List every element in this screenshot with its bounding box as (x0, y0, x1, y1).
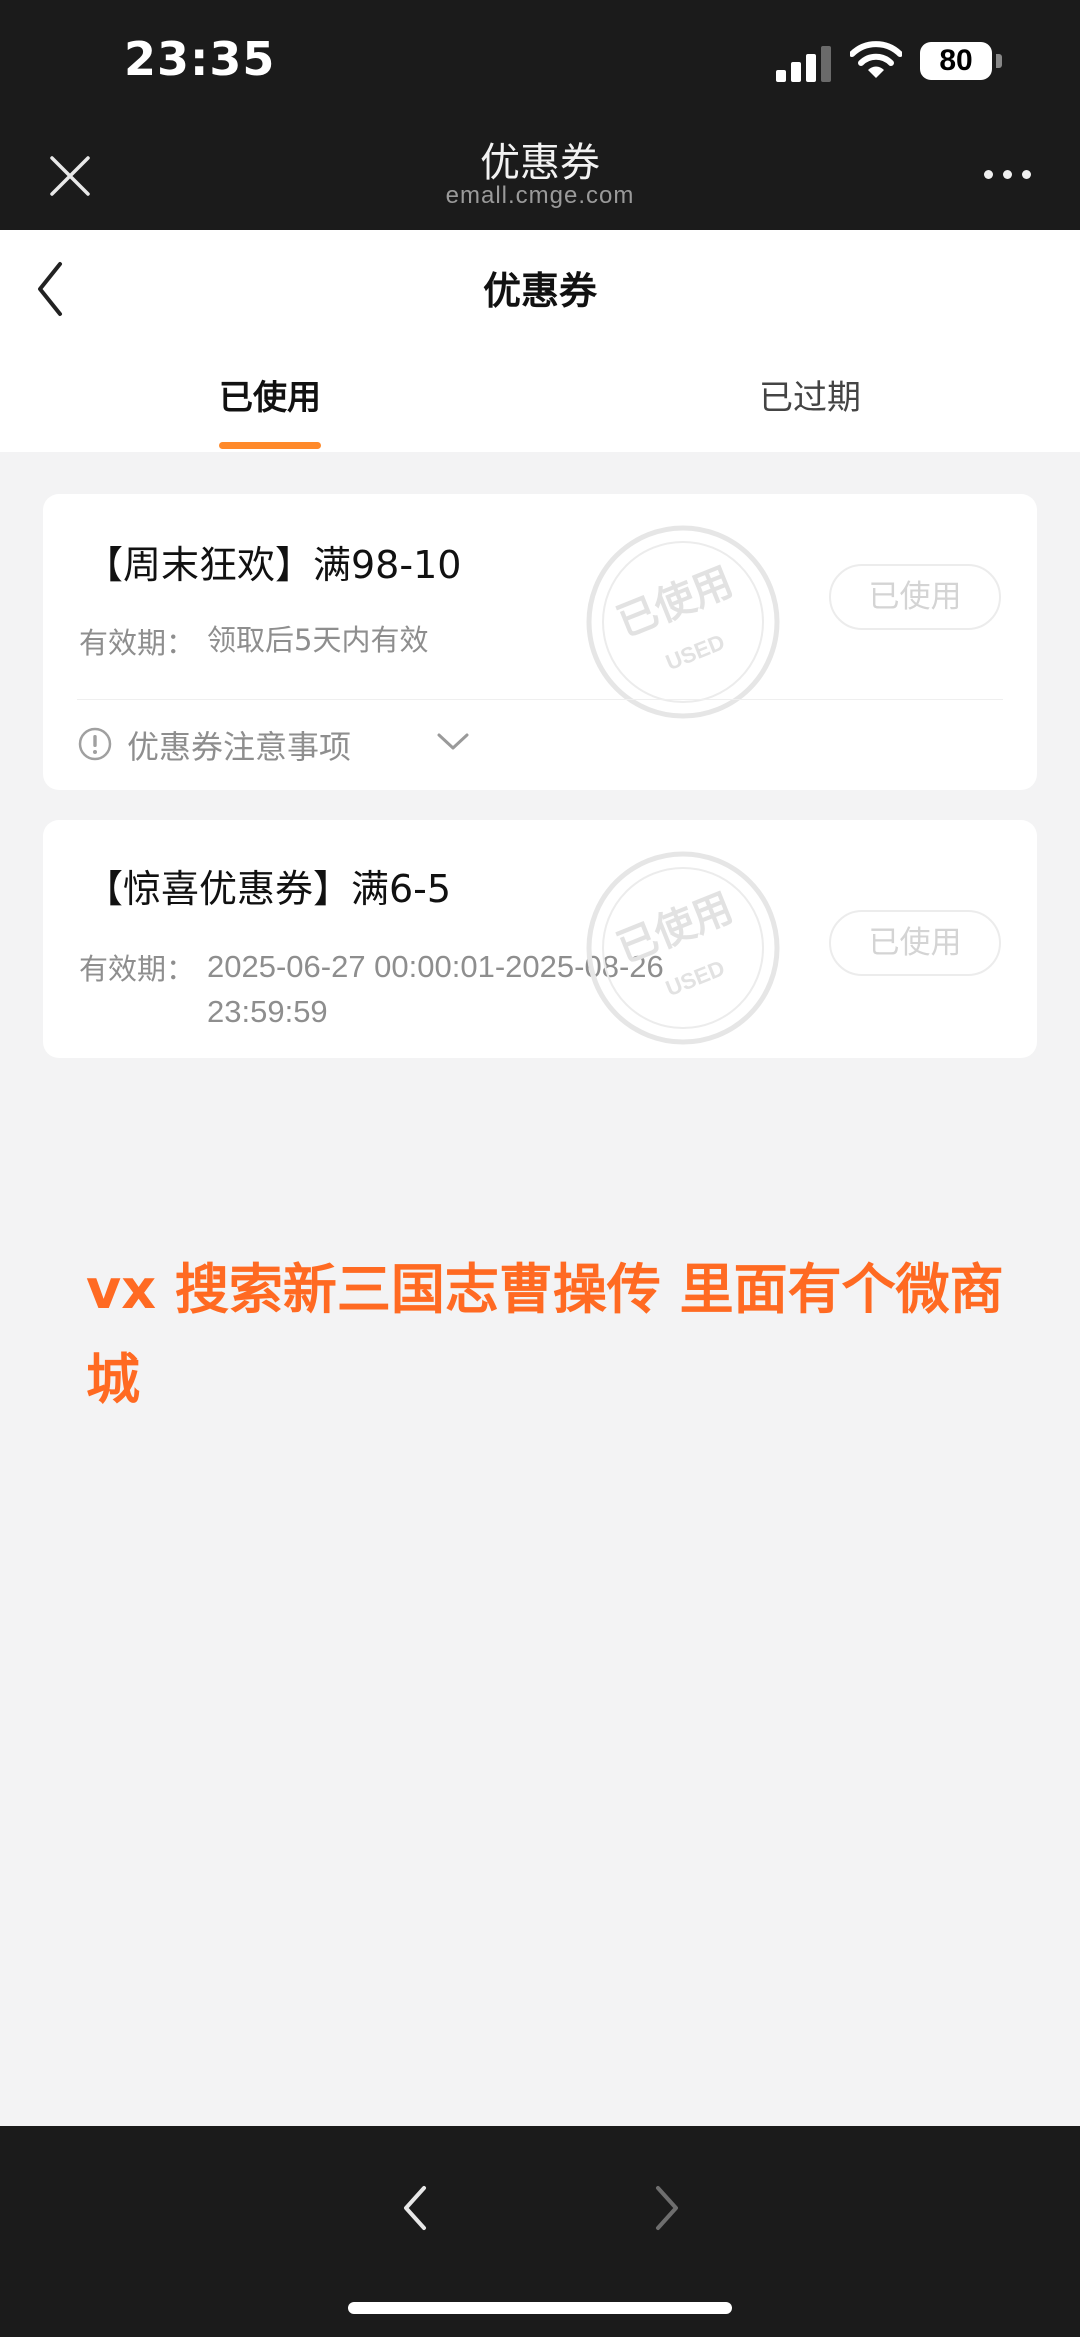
browser-title: 优惠券 (480, 140, 600, 186)
used-stamp-icon: 已使用 USED (586, 851, 780, 1045)
coupon-card: 【惊喜优惠券】满6-5 有效期： 2025-06-27 00:00:01-202… (43, 820, 1037, 1058)
battery-icon: 80 (920, 42, 992, 80)
home-indicator (348, 2302, 732, 2314)
more-icon[interactable] (982, 160, 1034, 190)
tab-used[interactable]: 已使用 (120, 370, 420, 419)
browser-bar: 优惠券 emall.cmge.com (0, 120, 1080, 230)
browser-url: emall.cmge.com (445, 182, 635, 209)
used-stamp-icon: 已使用 USED (586, 525, 780, 719)
signal-icon (776, 46, 831, 82)
chevron-right-icon[interactable] (648, 2178, 688, 2238)
stamp-subtext: USED (662, 629, 728, 675)
info-icon (78, 727, 112, 761)
tab-active-indicator (219, 442, 321, 449)
chevron-down-icon (437, 733, 469, 750)
status-bar: 23:35 80 (0, 0, 1080, 120)
status-time: 23:35 (124, 32, 276, 86)
overlay-caption: vx 搜索新三国志曹操传 里面有个微商城 (86, 1258, 1004, 1411)
validity-value: 领取后5天内有效 (207, 623, 429, 657)
more-dot (984, 170, 993, 179)
tab-expired[interactable]: 已过期 (660, 370, 960, 419)
battery-tip (996, 54, 1002, 68)
divider (77, 699, 1003, 700)
validity-label: 有效期： (79, 626, 196, 660)
notice-label: 优惠券注意事项 (127, 728, 352, 766)
used-button[interactable]: 已使用 (829, 910, 1001, 976)
wifi-icon (850, 41, 902, 78)
coupon-name: 【惊喜优惠券】满6-5 (85, 867, 452, 911)
battery-level: 80 (939, 44, 973, 77)
more-dot (1022, 170, 1031, 179)
chevron-left-icon[interactable] (394, 2178, 434, 2238)
bottom-toolbar (0, 2126, 1080, 2337)
coupon-name: 【周末狂欢】满98-10 (85, 543, 462, 587)
used-button[interactable]: 已使用 (829, 564, 1001, 630)
more-dot (1003, 170, 1012, 179)
page-title: 优惠券 (482, 269, 597, 313)
validity-label: 有效期： (79, 952, 196, 986)
stamp-subtext: USED (662, 955, 728, 1001)
page-header: 优惠券 已使用 已过期 (0, 230, 1080, 452)
coupon-card: 【周末狂欢】满98-10 有效期： 领取后5天内有效 已使用 USED 已使用 … (43, 494, 1037, 790)
